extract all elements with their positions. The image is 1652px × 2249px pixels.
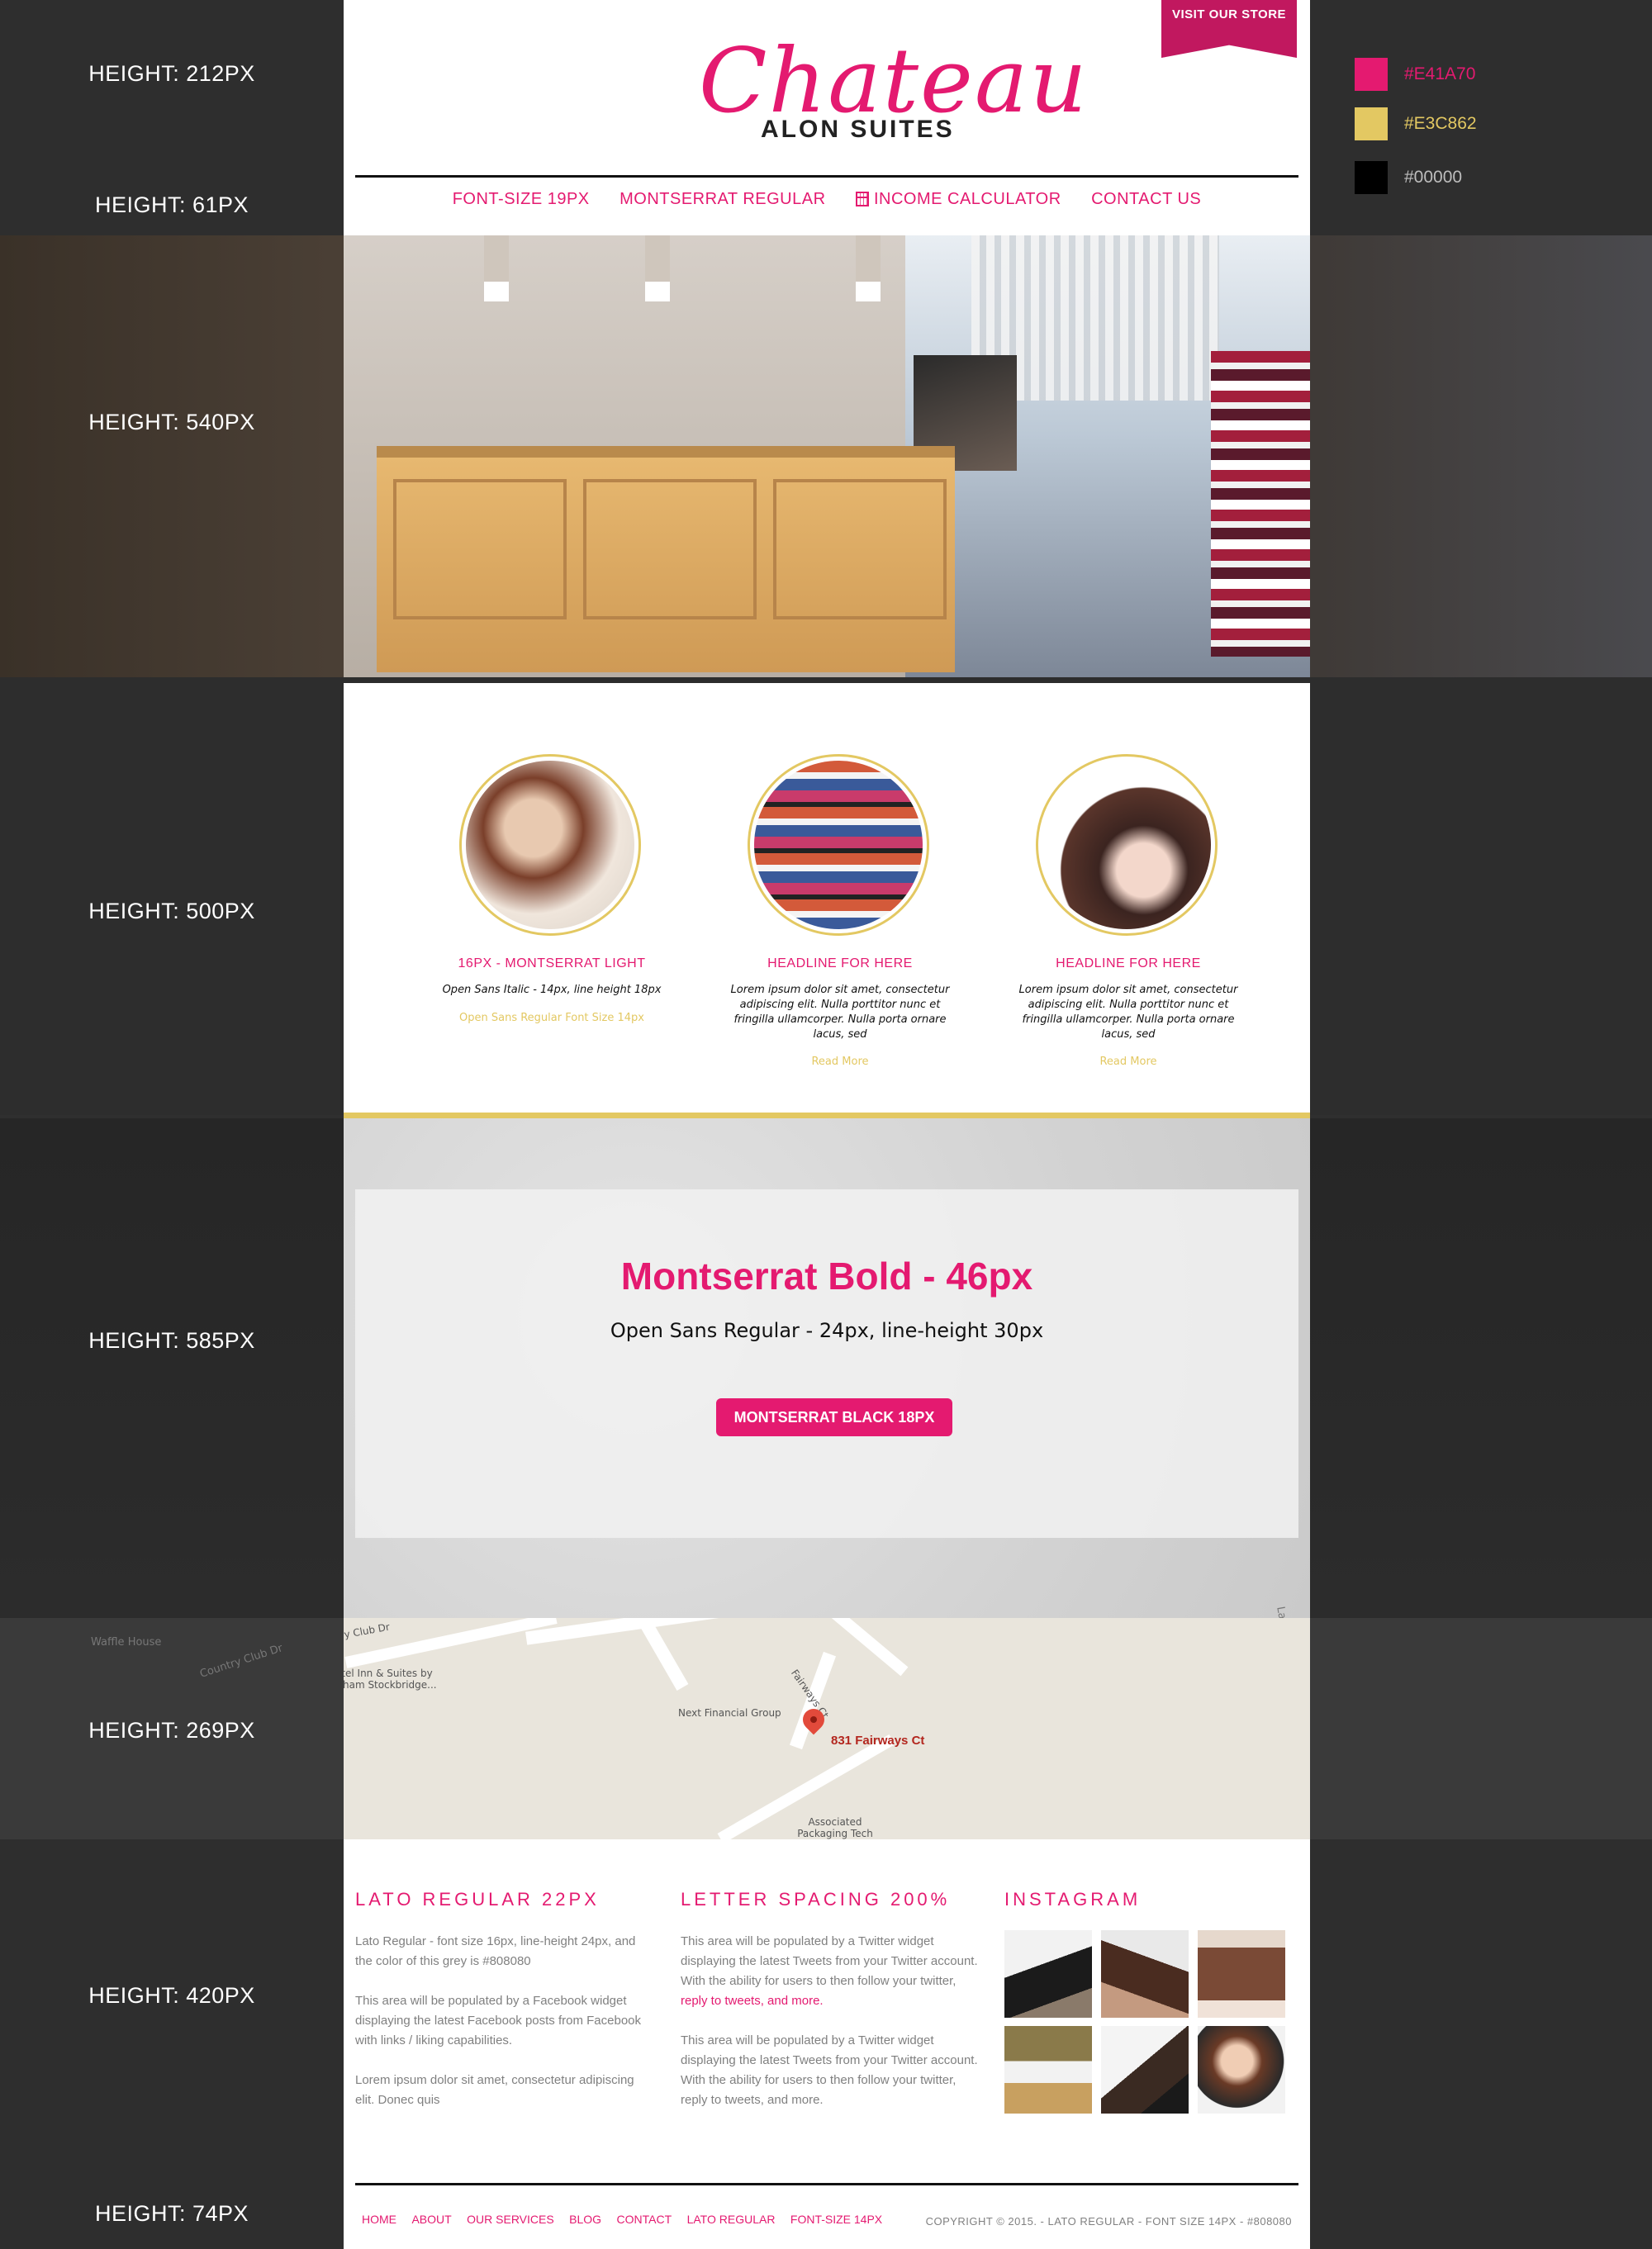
facebook-widget: LATO REGULAR 22PX Lato Regular - font si… <box>355 1889 653 2130</box>
gold-divider-bottom <box>344 1113 1310 1118</box>
height-annotation-map: HEIGHT: 269PX <box>88 1718 255 1743</box>
height-annotation-features: HEIGHT: 500PX <box>88 899 255 923</box>
copyright-text: COPYRIGHT © 2015. - LATO REGULAR - FONT … <box>925 2215 1292 2228</box>
footer-link-lato[interactable]: LATO REGULAR <box>687 2213 776 2226</box>
main-nav: FONT-SIZE 19PX MONTSERRAT REGULAR INCOME… <box>344 190 1310 209</box>
cta-title: Montserrat Bold - 46px <box>620 1255 1033 1298</box>
feature-title: HEADLINE FOR HERE <box>767 956 913 970</box>
map-address: 831 Fairways Ct <box>831 1734 925 1748</box>
location-map[interactable]: Country Club Dr Microtel Inn & Suites by… <box>344 1618 1310 1839</box>
map-side-label: Country Club Dr <box>198 1642 285 1681</box>
height-annotation-header: HEIGHT: 212PX <box>88 61 255 86</box>
features-section: 16PX - MONTSERRAT LIGHT Open Sans Italic… <box>344 683 1310 1113</box>
swatch-label-gold: #E3C862 <box>1404 114 1477 133</box>
map-label-street: Country Club Dr <box>344 1620 391 1647</box>
swatch-label-black: #00000 <box>1404 168 1463 187</box>
map-label-business: Next Financial Group <box>678 1707 781 1719</box>
feature-link[interactable]: Read More <box>720 1056 960 1068</box>
pendant-lamp <box>645 235 670 301</box>
footer-divider <box>355 2183 1298 2185</box>
widget-paragraph: This area will be populated by a Faceboo… <box>355 1994 642 2047</box>
hero-image <box>344 235 1310 677</box>
widget-heading: LETTER SPACING 200% <box>681 1889 951 1910</box>
height-annotation-cta: HEIGHT: 585PX <box>88 1328 255 1353</box>
widget-paragraph: This area will be populated by a Twitter… <box>681 1932 978 2011</box>
widget-heading: LATO REGULAR 22PX <box>355 1889 600 1910</box>
logo-subtitle-text: ALON SUITES <box>761 116 955 143</box>
footer-link-home[interactable]: HOME <box>362 2213 396 2226</box>
cta-section: Montserrat Bold - 46px Open Sans Regular… <box>344 1118 1310 1618</box>
height-annotation-footer: HEIGHT: 74PX <box>94 2201 249 2226</box>
swatch-gold <box>1355 107 1388 140</box>
reply-tweets-link[interactable]: reply to tweets, and more. <box>681 1994 824 2008</box>
feature-image <box>466 761 634 929</box>
swatch-label-pink: #E41A70 <box>1404 64 1476 83</box>
height-annotation-nav: HEIGHT: 61PX <box>94 192 249 217</box>
instagram-thumb[interactable] <box>1004 2026 1092 2114</box>
instagram-thumb[interactable] <box>1101 2026 1189 2114</box>
counter-panel <box>773 479 947 619</box>
footer-link-contact[interactable]: CONTACT <box>617 2213 672 2226</box>
widget-heading: INSTAGRAM <box>1004 1889 1142 1910</box>
pendant-lamp <box>856 235 881 301</box>
map-side-label: Waffle House <box>91 1636 162 1649</box>
feature-image-frame[interactable] <box>459 754 641 936</box>
feature-title: HEADLINE FOR HERE <box>1056 956 1201 970</box>
calculator-icon <box>855 192 869 206</box>
map-pin-dot <box>810 1716 817 1723</box>
feature-image <box>1042 761 1211 929</box>
feature-title: 16PX - MONTSERRAT LIGHT <box>458 956 646 970</box>
footer-link-services[interactable]: OUR SERVICES <box>467 2213 554 2226</box>
cta-box: Montserrat Bold - 46px Open Sans Regular… <box>355 1189 1298 1538</box>
nav-item-font-size[interactable]: FONT-SIZE 19PX <box>453 190 590 209</box>
cta-subtitle: Open Sans Regular - 24px, line-height 30… <box>610 1319 1044 1342</box>
feature-description: Open Sans Italic - 14px, line height 18p… <box>442 984 662 996</box>
widget-paragraph: Lorem ipsum dolor sit amet, consectetur … <box>355 2073 634 2107</box>
feature-description: Lorem ipsum dolor sit amet, consectetur … <box>730 984 950 1041</box>
nav-divider <box>355 175 1298 178</box>
height-annotation-hero: HEIGHT: 540PX <box>88 410 255 434</box>
instagram-thumb[interactable] <box>1004 1930 1092 2018</box>
map-road <box>786 1618 909 1677</box>
feature-image <box>754 761 923 929</box>
instagram-thumb[interactable] <box>1101 1930 1189 2018</box>
footer-link-blog[interactable]: BLOG <box>569 2213 601 2226</box>
pendant-lamp <box>484 235 509 301</box>
visit-store-ribbon[interactable]: VISIT OUR STORE <box>1161 0 1297 58</box>
feature-description: Lorem ipsum dolor sit amet, consectetur … <box>1018 984 1238 1041</box>
instagram-thumb[interactable] <box>1198 1930 1285 2018</box>
feature-link[interactable]: Open Sans Regular Font Size 14px <box>432 1012 672 1024</box>
counter-panel <box>583 479 757 619</box>
footer-link-font-size[interactable]: FONT-SIZE 14PX <box>790 2213 882 2226</box>
counter-panel <box>393 479 567 619</box>
height-annotation-widgets: HEIGHT: 420PX <box>88 1983 255 2008</box>
instagram-widget: INSTAGRAM <box>1004 1889 1302 2114</box>
widget-paragraph: This area will be populated by a Twitter… <box>681 2033 978 2107</box>
footer-nav: HOME ABOUT OUR SERVICES BLOG CONTACT LAT… <box>362 2213 894 2228</box>
site-header: Chateau ALON SUITES VISIT OUR STORE FONT… <box>344 0 1310 235</box>
nav-item-montserrat[interactable]: MONTSERRAT REGULAR <box>620 190 825 209</box>
widget-paragraph: Lato Regular - font size 16px, line-heig… <box>355 1934 636 1968</box>
footer-link-about[interactable]: ABOUT <box>411 2213 451 2226</box>
widget-paragraph-text: This area will be populated by a Twitter… <box>681 1934 978 1988</box>
feature-link[interactable]: Read More <box>1009 1056 1248 1068</box>
map-label-business: Associated Packaging Tech <box>797 1816 873 1839</box>
nav-item-income-calculator-label: INCOME CALCULATOR <box>873 190 1061 208</box>
feature-image-frame[interactable] <box>748 754 929 936</box>
swatch-pink <box>1355 58 1388 91</box>
map-road <box>639 1620 689 1691</box>
footer-widgets: LATO REGULAR 22PX Lato Regular - font si… <box>344 1839 1310 2249</box>
nav-item-income-calculator[interactable]: INCOME CALCULATOR <box>855 190 1061 209</box>
instagram-thumb[interactable] <box>1198 2026 1285 2114</box>
cta-button[interactable]: MONTSERRAT BLACK 18PX <box>716 1398 952 1436</box>
swatch-black <box>1355 161 1388 194</box>
feature-image-frame[interactable] <box>1036 754 1218 936</box>
nav-item-contact-us[interactable]: CONTACT US <box>1091 190 1201 209</box>
nail-polish-shelf <box>1211 351 1310 657</box>
site-logo[interactable]: Chateau ALON SUITES <box>682 15 1087 155</box>
map-label-hotel: Microtel Inn & Suites by Wyndham Stockbr… <box>344 1668 437 1691</box>
twitter-widget: LETTER SPACING 200% This area will be po… <box>681 1889 978 2130</box>
